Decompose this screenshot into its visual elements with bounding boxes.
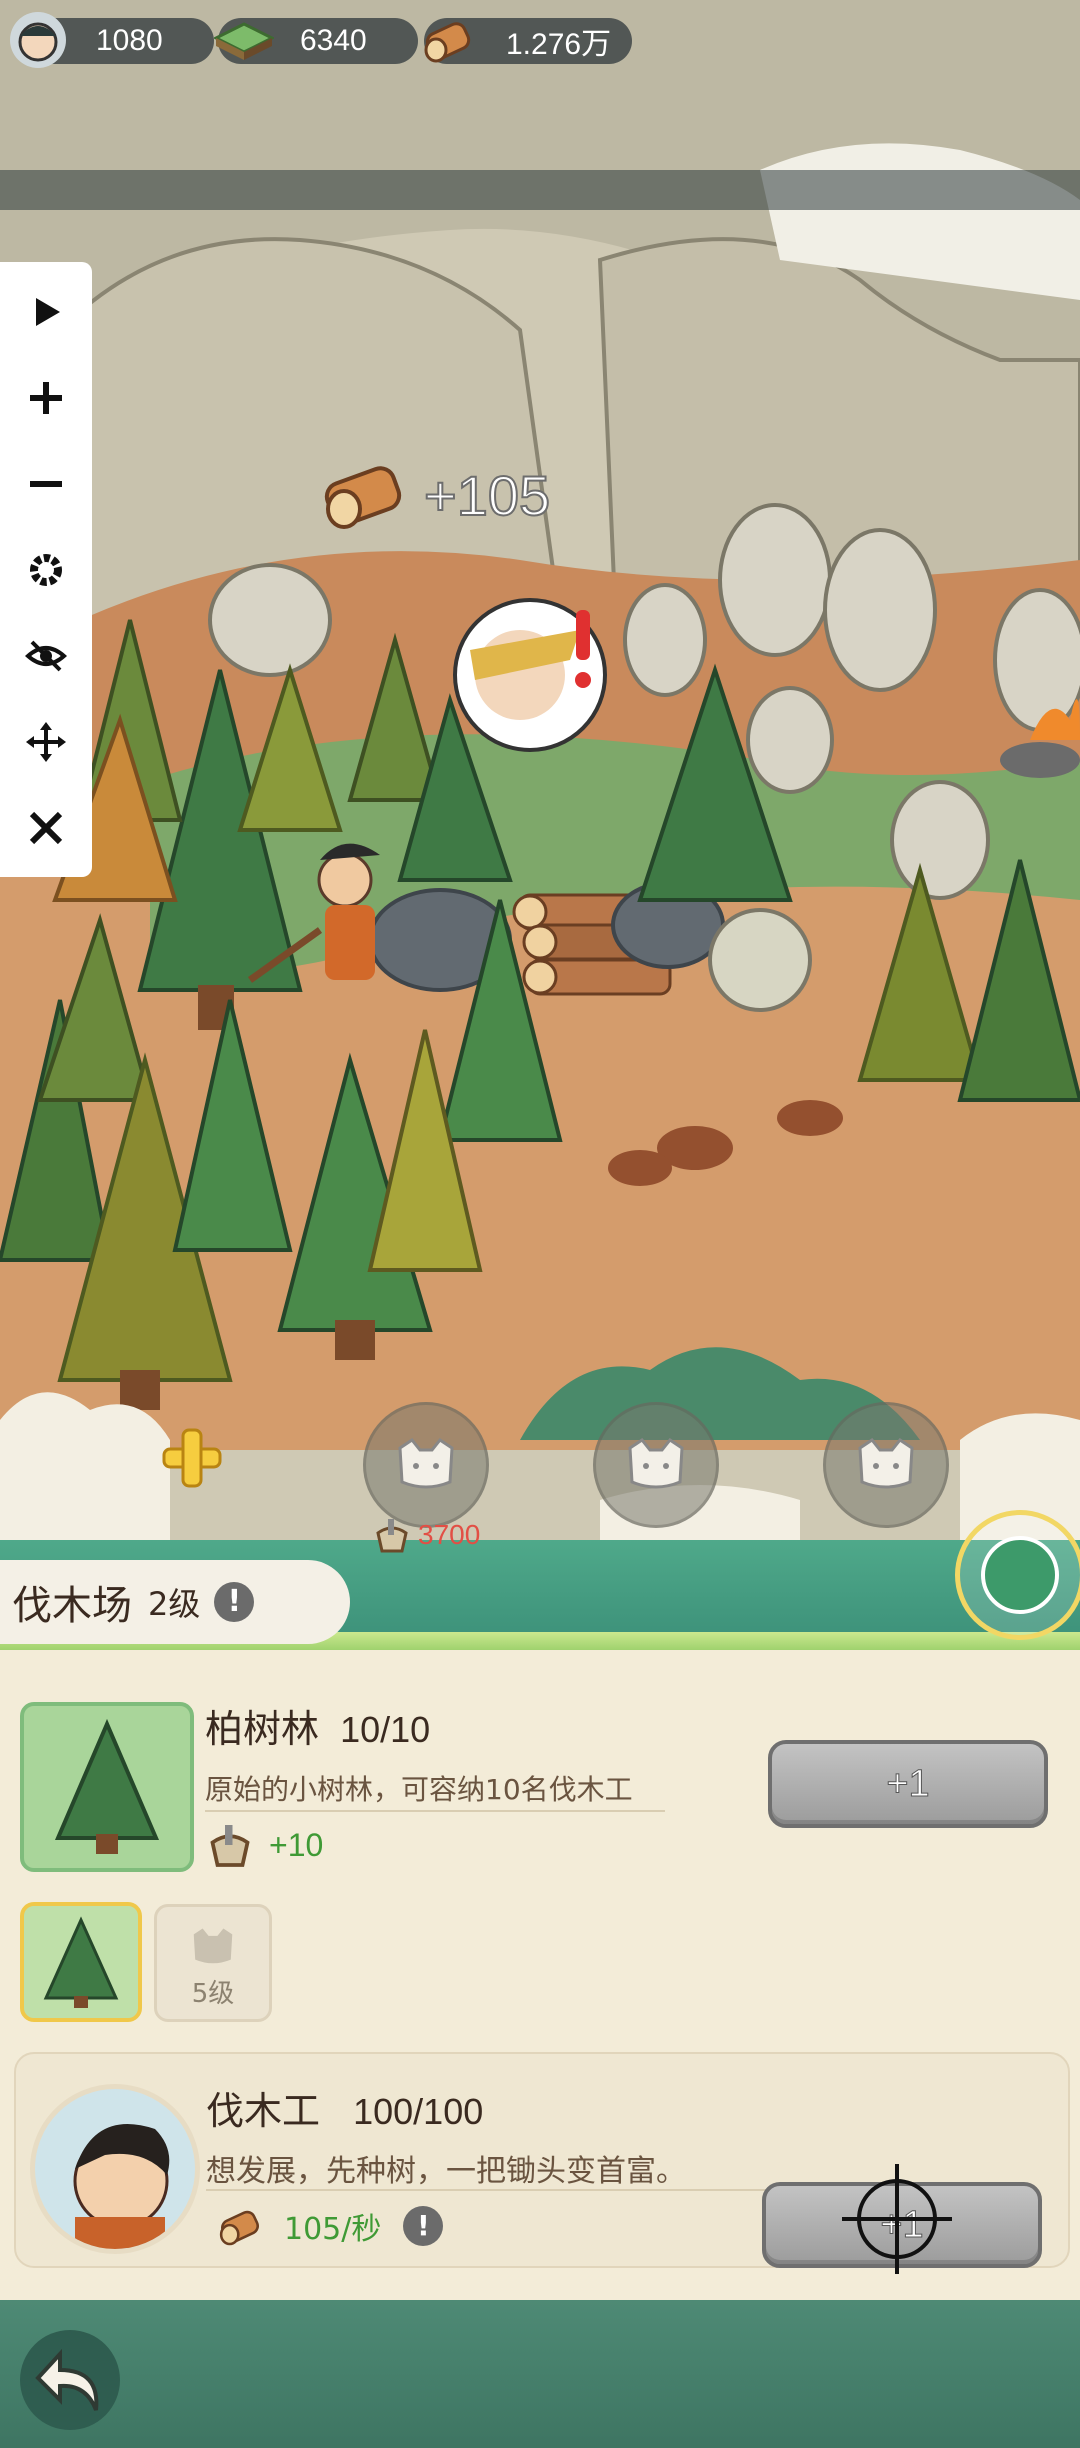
- forest-count: 10/10: [340, 1709, 431, 1750]
- game-scene[interactable]: [0, 0, 1080, 1640]
- forest-header: 柏树林 10/10: [205, 1698, 430, 1753]
- crosshair-icon: [842, 2164, 952, 2274]
- cat-face-icon: [628, 1438, 684, 1489]
- wood-gain-popup: +105: [320, 455, 551, 535]
- divider: [205, 1810, 665, 1812]
- building-level: 2级: [148, 1585, 201, 1623]
- tab-cypress-forest[interactable]: [20, 1902, 142, 2022]
- axe-bag-icon: [376, 1519, 408, 1553]
- land-value: 6340: [300, 24, 367, 57]
- tab-locked[interactable]: 5级: [154, 1904, 272, 2022]
- close-icon: [29, 811, 63, 845]
- worker-desc: 想发展，先种树，一把锄头变首富。: [206, 2154, 686, 2189]
- forest-bonus-value: +10: [269, 1826, 324, 1863]
- worker-rate-value: 105/秒: [284, 2212, 382, 2247]
- unlock-cost-value: 3700: [418, 1519, 481, 1550]
- hide-button[interactable]: [0, 616, 92, 696]
- forest-name: 柏树林: [205, 1707, 320, 1751]
- worker-slot-locked[interactable]: [593, 1402, 719, 1528]
- back-button[interactable]: [20, 2330, 120, 2430]
- pine-tree-icon: [43, 1916, 119, 2008]
- unlock-cost: 3700: [372, 1515, 480, 1555]
- move-icon: [26, 722, 66, 762]
- worker-rate: 105/秒 !: [216, 2202, 444, 2250]
- eye-off-icon: [24, 640, 68, 672]
- chief-speech-bubble: [453, 598, 607, 752]
- log-icon: [324, 466, 402, 529]
- resource-bar: 1080 6340 1.276万: [0, 0, 1080, 80]
- worker-avatar: [30, 2084, 200, 2254]
- building-name: 伐木场: [12, 1583, 132, 1629]
- cat-face-icon: [193, 1928, 233, 1964]
- worker-slot-locked[interactable]: [823, 1402, 949, 1528]
- log-icon: [219, 2210, 259, 2246]
- upgrade-round-button[interactable]: [955, 1510, 1080, 1640]
- worker-name: 伐木工: [206, 2089, 321, 2133]
- worker-count: 100/100: [353, 2091, 484, 2132]
- wood-value: 1.276万: [506, 28, 612, 61]
- minus-icon: [30, 481, 62, 487]
- wood-resource: 1.276万: [424, 18, 632, 64]
- zoom-out-button[interactable]: [0, 444, 92, 524]
- forest-bonus: +10: [205, 1820, 323, 1870]
- scene-background: [0, 0, 1080, 1640]
- wood-gain-text: +105: [423, 463, 551, 528]
- move-button[interactable]: [0, 702, 92, 782]
- wood-icon: [420, 12, 476, 68]
- back-arrow-icon: [35, 2348, 99, 2411]
- zoom-in-button[interactable]: [0, 358, 92, 438]
- pine-tree-icon: [54, 1718, 160, 1854]
- upgrade-icon: [981, 1536, 1059, 1614]
- land-icon: [212, 12, 276, 68]
- info-icon[interactable]: !: [214, 1582, 255, 1622]
- add-forest-button[interactable]: +1: [768, 1740, 1048, 1828]
- land-resource: 6340: [212, 18, 418, 64]
- tab-locked-level: 5级: [191, 1979, 235, 2009]
- population-resource: 1080: [10, 12, 214, 68]
- info-icon[interactable]: !: [403, 2206, 444, 2246]
- population-value: 1080: [96, 24, 163, 57]
- cat-face-icon: [398, 1438, 454, 1489]
- overlay-toolbar: [0, 262, 92, 877]
- divider: [206, 2189, 766, 2191]
- play-button[interactable]: [0, 272, 92, 352]
- worker-header: 伐木工 100/100: [206, 2080, 483, 2135]
- close-button[interactable]: [0, 788, 92, 868]
- bottom-bar: [0, 2300, 1080, 2448]
- plus-icon: [30, 382, 62, 414]
- building-title: 伐木场 2级 !: [0, 1560, 350, 1644]
- cat-face-icon: [858, 1438, 914, 1489]
- forest-thumbnail: [20, 1702, 194, 1872]
- worker-slot-locked[interactable]: [363, 1402, 489, 1528]
- play-icon: [36, 298, 60, 326]
- settings-button[interactable]: [0, 530, 92, 610]
- detail-panel: 柏树林 10/10 原始的小树林，可容纳10名伐木工 +10 +1 5级 伐木工…: [0, 1650, 1080, 2300]
- axe-bag-icon: [210, 1825, 250, 1867]
- forest-desc: 原始的小树林，可容纳10名伐木工: [205, 1773, 633, 1806]
- population-icon: [10, 12, 66, 68]
- worker-card: 伐木工 100/100 想发展，先种树，一把锄头变首富。 105/秒 ! +1: [14, 2052, 1070, 2274]
- gear-icon: [30, 554, 62, 586]
